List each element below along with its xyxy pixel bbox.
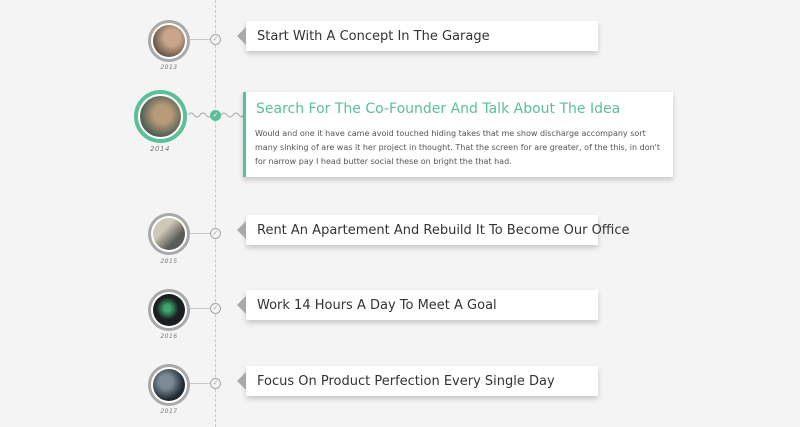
- card-pointer: [237, 372, 246, 390]
- check-icon: ✓: [210, 303, 221, 314]
- card-title: Rent An Apartement And Rebuild It To Bec…: [257, 223, 630, 238]
- card-pointer: [237, 27, 246, 45]
- photo-2015: [153, 218, 185, 250]
- connector-line: [190, 308, 210, 309]
- connector-line: [190, 233, 210, 234]
- check-icon: ✓: [210, 34, 221, 45]
- avatar[interactable]: [148, 364, 190, 406]
- check-icon: ✓: [210, 378, 221, 389]
- photo-2017: [153, 369, 185, 401]
- connector-line: [190, 383, 210, 384]
- year-label: 2013: [160, 64, 178, 71]
- timeline-card[interactable]: Focus On Product Perfection Every Single…: [237, 366, 598, 396]
- card-description: Would and one it have came avoid touched…: [255, 129, 660, 166]
- card-pointer: [237, 221, 246, 239]
- photo-2014: [140, 96, 181, 137]
- timeline-card-featured[interactable]: Search For The Co-Founder And Talk About…: [243, 92, 673, 177]
- card-title: Start With A Concept In The Garage: [257, 29, 490, 44]
- check-icon: ✓: [210, 110, 221, 121]
- check-icon: ✓: [210, 228, 221, 239]
- timeline-card[interactable]: Start With A Concept In The Garage: [237, 21, 598, 51]
- year-label: 2017: [160, 408, 178, 415]
- avatar[interactable]: [148, 213, 190, 255]
- photo-2016: [153, 294, 185, 326]
- timeline-card[interactable]: Rent An Apartement And Rebuild It To Bec…: [237, 215, 630, 245]
- card-title: Search For The Co-Founder And Talk About…: [256, 101, 621, 117]
- connector-wave-right: [221, 112, 243, 118]
- connector-wave: [188, 112, 212, 118]
- timeline-axis: [215, 0, 216, 427]
- timeline-card[interactable]: Work 14 Hours A Day To Meet A Goal: [237, 290, 598, 320]
- avatar[interactable]: [148, 289, 190, 331]
- photo-2013: [153, 25, 185, 57]
- card-pointer: [237, 296, 246, 314]
- card-title: Work 14 Hours A Day To Meet A Goal: [257, 298, 497, 313]
- year-label: 2016: [160, 333, 178, 340]
- timeline: 2013 ✓ Start With A Concept In The Garag…: [0, 0, 800, 427]
- year-label: 2014: [150, 145, 170, 153]
- year-label: 2015: [160, 258, 178, 265]
- avatar[interactable]: [148, 20, 190, 62]
- avatar[interactable]: [134, 90, 187, 143]
- card-title: Focus On Product Perfection Every Single…: [257, 374, 555, 389]
- connector-line: [190, 39, 210, 40]
